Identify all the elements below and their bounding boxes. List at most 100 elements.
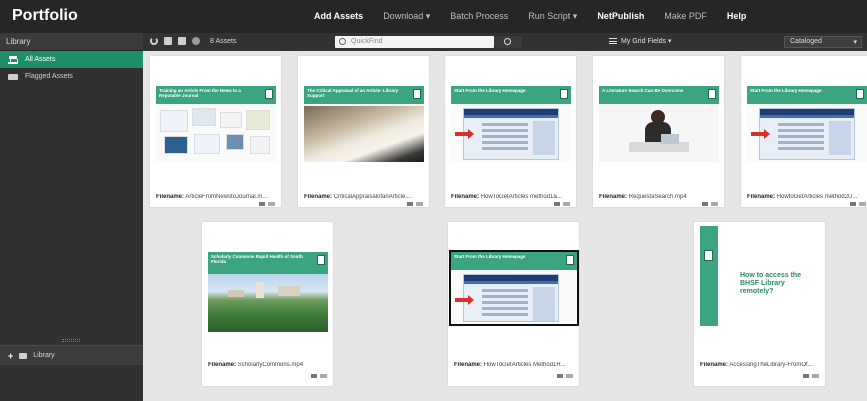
flag-icon[interactable] xyxy=(566,374,573,378)
grid-fields-dropdown[interactable]: My Grid Fields ▾ xyxy=(609,37,672,45)
thumbnail-title: Start From the Library Homepage xyxy=(747,86,867,104)
web-screenshot xyxy=(451,272,577,324)
campus-image xyxy=(208,274,328,332)
card-icons xyxy=(311,374,327,378)
asset-card[interactable]: Start From the Library Homepage Filename… xyxy=(444,55,577,208)
logo-badge-icon xyxy=(856,89,864,99)
thumbnail-title: A Literature Search Can Be Overcome xyxy=(599,86,719,104)
video-icon xyxy=(803,374,809,378)
flag-icon[interactable] xyxy=(416,202,423,206)
search-button[interactable] xyxy=(494,36,522,48)
top-menu: Add Assets Download ▾ Batch Process Run … xyxy=(314,11,746,22)
card-icons xyxy=(557,374,573,378)
web-screenshot xyxy=(451,106,571,162)
video-icon xyxy=(557,374,563,378)
asset-thumbnail[interactable]: How to access the BHSF Library remotely? xyxy=(700,226,820,326)
add-assets-menu[interactable]: Add Assets xyxy=(314,11,363,22)
flag-icon[interactable] xyxy=(320,374,327,378)
sidebar-item-all-assets[interactable]: All Assets xyxy=(0,51,143,68)
asset-card[interactable]: Start From the Library Homepage Filename… xyxy=(447,221,580,387)
quickfind-input[interactable]: QuickFind xyxy=(335,36,494,48)
run-script-menu[interactable]: Run Script ▾ xyxy=(528,11,577,22)
app-logo: Portfolio xyxy=(12,7,78,24)
resize-grip[interactable] xyxy=(62,339,80,342)
book-image xyxy=(304,106,424,162)
asset-grid: Training an Article From the News to a R… xyxy=(143,51,867,401)
logo-badge-icon xyxy=(560,89,568,99)
asset-thumbnail[interactable]: Start From the Library Homepage xyxy=(747,86,867,162)
asset-card[interactable]: How to access the BHSF Library remotely?… xyxy=(693,221,826,387)
flag-icon[interactable] xyxy=(711,202,718,206)
logo-badge-icon xyxy=(704,250,713,261)
video-icon xyxy=(850,202,856,206)
list-view-icon[interactable] xyxy=(178,37,186,45)
library-label: Library xyxy=(33,352,55,359)
card-icons xyxy=(407,202,423,206)
asset-filename: Filename: HowToGetArticles Method1R... xyxy=(454,362,566,368)
make-pdf-menu[interactable]: Make PDF xyxy=(664,11,707,22)
library-selector[interactable]: + Library xyxy=(0,345,143,365)
thumbnail-side-band xyxy=(700,226,718,326)
card-icons xyxy=(803,374,819,378)
flag-icon[interactable] xyxy=(859,202,866,206)
card-icons xyxy=(850,202,866,206)
top-bar: Portfolio Add Assets Download ▾ Batch Pr… xyxy=(0,0,867,33)
sidebar-item-label: Flagged Assets xyxy=(25,73,73,80)
card-icons xyxy=(554,202,570,206)
video-icon xyxy=(702,202,708,206)
search-icon xyxy=(339,38,346,45)
asset-thumbnail[interactable]: Scholarly Commons Rapid Health of South … xyxy=(208,252,328,332)
sidebar-header: Library xyxy=(0,33,143,51)
card-icons xyxy=(702,202,718,206)
flag-icon[interactable] xyxy=(268,202,275,206)
video-icon xyxy=(311,374,317,378)
thumbnail-title: Start From the Library Homepage xyxy=(451,252,577,270)
download-menu[interactable]: Download ▾ xyxy=(383,11,430,22)
sidebar-item-flagged-assets[interactable]: Flagged Assets xyxy=(0,68,143,85)
thumbnail-title: Training an Article From the News to a R… xyxy=(156,86,276,104)
thumbnail-title: The Critical Appraisal of an Article: Li… xyxy=(304,86,424,104)
catalog-status-dropdown[interactable]: Cataloged ▾ xyxy=(784,36,862,48)
asset-filename: Filename: AccessingTheLibrary-FromOf... xyxy=(700,362,813,368)
toolbar: 8 Assets QuickFind My Grid Fields ▾ Cata… xyxy=(143,33,867,51)
sidebar-item-label: All Assets xyxy=(25,56,56,63)
sidebar: Library All Assets Flagged Assets + Libr… xyxy=(0,33,143,401)
asset-card[interactable]: Start From the Library Homepage Filename… xyxy=(740,55,867,208)
asset-thumbnail[interactable]: Start From the Library Homepage xyxy=(451,86,571,162)
asset-filename: Filename: CriticalAppraisalofanArticle..… xyxy=(304,194,413,200)
asset-thumbnail[interactable]: A Literature Search Can Be Overcome xyxy=(599,86,719,162)
logo-badge-icon xyxy=(413,89,421,99)
asset-card[interactable]: The Critical Appraisal of an Article: Li… xyxy=(297,55,430,208)
person-image xyxy=(599,106,719,162)
fields-icon xyxy=(609,38,617,44)
logo-badge-icon xyxy=(708,89,716,99)
video-icon xyxy=(554,202,560,206)
grid-view-icon[interactable] xyxy=(164,37,172,45)
web-screenshot xyxy=(747,106,867,162)
asset-card[interactable]: A Literature Search Can Be Overcome File… xyxy=(592,55,725,208)
thumbnail-title: Scholarly Commons Rapid Health of South … xyxy=(208,252,328,274)
batch-process-menu[interactable]: Batch Process xyxy=(450,11,508,22)
asset-thumbnail[interactable]: The Critical Appraisal of an Article: Li… xyxy=(304,86,424,162)
refresh-icon[interactable] xyxy=(150,37,158,45)
flag-icon[interactable] xyxy=(812,374,819,378)
netpublish-menu[interactable]: NetPublish xyxy=(597,11,644,22)
asset-thumbnail[interactable]: Start From the Library Homepage xyxy=(449,250,579,326)
asset-filename: Filename: HowToGetArticles method1&... xyxy=(451,194,563,200)
logo-badge-icon xyxy=(317,255,325,265)
video-icon xyxy=(407,202,413,206)
add-icon[interactable]: + xyxy=(8,351,13,361)
help-menu[interactable]: Help xyxy=(727,11,747,22)
arrow-icon xyxy=(455,295,474,305)
flag-icon[interactable] xyxy=(563,202,570,206)
search-icon xyxy=(504,38,511,45)
info-icon[interactable] xyxy=(192,37,200,45)
asset-card[interactable]: Training an Article From the News to a R… xyxy=(149,55,282,208)
thumbnail-title: Start From the Library Homepage xyxy=(451,86,571,104)
thumbnail-title: How to access the BHSF Library remotely? xyxy=(740,272,802,295)
asset-filename: Filename: HowtoGetArticles method2U... xyxy=(747,194,858,200)
asset-filename: Filename: ArticleFromNewstoJournal.m... xyxy=(156,194,268,200)
asset-thumbnail[interactable]: Training an Article From the News to a R… xyxy=(156,86,276,162)
asset-card[interactable]: Scholarly Commons Rapid Health of South … xyxy=(201,221,334,387)
chevron-down-icon: ▾ xyxy=(853,39,857,46)
